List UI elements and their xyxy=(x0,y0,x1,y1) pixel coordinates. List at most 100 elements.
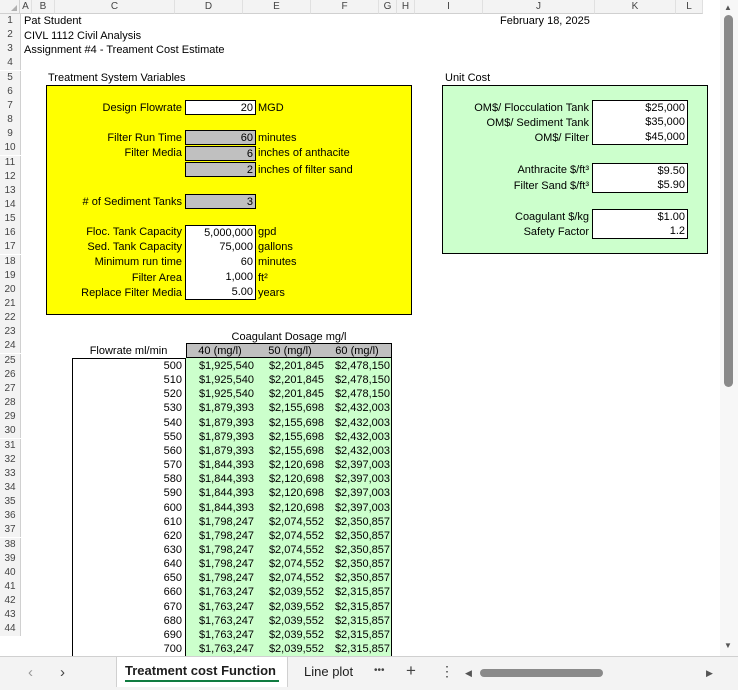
column-header-f[interactable]: F xyxy=(311,0,379,14)
cost-cell[interactable]: $1,879,393 xyxy=(186,401,254,415)
row-header[interactable]: 24 xyxy=(0,339,21,354)
tab-scroll-left-icon[interactable]: ‹ xyxy=(28,664,33,681)
row-header[interactable]: 39 xyxy=(0,551,21,566)
cost-cell[interactable]: $1,763,247 xyxy=(186,585,254,599)
cost-cell[interactable]: $2,120,698 xyxy=(254,501,324,515)
row-header[interactable]: 15 xyxy=(0,212,21,227)
cost-cell[interactable]: $1,879,393 xyxy=(186,444,254,458)
cost-cell[interactable]: $1,844,393 xyxy=(186,458,254,472)
column-header-l[interactable]: L xyxy=(676,0,703,14)
cost-cell[interactable]: $2,120,698 xyxy=(254,458,324,472)
row-header[interactable]: 22 xyxy=(0,311,21,326)
cost-cell[interactable]: $1,925,540 xyxy=(186,359,254,373)
date-cell[interactable]: February 18, 2025 xyxy=(500,14,590,29)
row-header[interactable]: 38 xyxy=(0,537,21,552)
cost-cell[interactable]: $1,925,540 xyxy=(186,387,254,401)
column-header-c[interactable]: C xyxy=(55,0,175,14)
cost-cell[interactable]: $2,350,857 xyxy=(322,543,390,557)
flowrate-cell[interactable]: 610 xyxy=(72,515,182,529)
row-header[interactable]: 36 xyxy=(0,509,21,524)
cost-cell[interactable]: $2,350,857 xyxy=(322,529,390,543)
row-header[interactable]: 26 xyxy=(0,367,21,382)
tab-scroll-right-icon[interactable]: › xyxy=(60,664,65,681)
row-header[interactable]: 1 xyxy=(0,14,21,28)
column-header-h[interactable]: H xyxy=(397,0,415,14)
cost-cell[interactable]: $2,201,845 xyxy=(254,359,324,373)
row-header[interactable]: 17 xyxy=(0,240,21,255)
flowrate-cell[interactable]: 630 xyxy=(72,543,182,557)
cost-cell[interactable]: $2,155,698 xyxy=(254,430,324,444)
cost-cell[interactable]: $2,432,003 xyxy=(322,444,390,458)
row-header[interactable]: 14 xyxy=(0,197,21,212)
cost-cell[interactable]: $1,844,393 xyxy=(186,472,254,486)
cost-cell[interactable]: $2,039,552 xyxy=(254,628,324,642)
cost-cell[interactable]: $1,763,247 xyxy=(186,614,254,628)
cost-cell[interactable]: $2,397,003 xyxy=(322,458,390,472)
row-header[interactable]: 20 xyxy=(0,282,21,297)
flowrate-cell[interactable]: 510 xyxy=(72,373,182,387)
flowrate-cell[interactable]: 590 xyxy=(72,486,182,500)
cost-cell[interactable]: $1,844,393 xyxy=(186,486,254,500)
vertical-scrollbar[interactable]: ▲ ▼ xyxy=(720,0,738,656)
flowrate-cell[interactable]: 680 xyxy=(72,614,182,628)
column-header-g[interactable]: G xyxy=(379,0,397,14)
row-header[interactable]: 28 xyxy=(0,396,21,411)
select-all-corner[interactable] xyxy=(0,0,20,14)
cost-cell[interactable]: $2,155,698 xyxy=(254,401,324,415)
filter-area-input[interactable]: 1,000 xyxy=(185,270,256,285)
cost-cell[interactable]: $2,432,003 xyxy=(322,416,390,430)
flowrate-cell[interactable]: 620 xyxy=(72,529,182,543)
anthracite-cost-input[interactable]: $9.50 xyxy=(592,163,688,178)
row-header[interactable]: 41 xyxy=(0,580,21,594)
cost-cell[interactable]: $1,798,247 xyxy=(186,529,254,543)
row-header[interactable]: 13 xyxy=(0,183,21,198)
sed-capacity-input[interactable]: 75,000 xyxy=(185,240,256,255)
row-header[interactable]: 33 xyxy=(0,466,21,481)
cost-cell[interactable]: $2,120,698 xyxy=(254,472,324,486)
row-header[interactable]: 23 xyxy=(0,325,21,340)
flowrate-cell[interactable]: 550 xyxy=(72,430,182,444)
flowrate-cell[interactable]: 600 xyxy=(72,501,182,515)
row-header[interactable]: 29 xyxy=(0,410,21,425)
hscroll-left-icon[interactable]: ◀ xyxy=(465,668,472,679)
cost-cell[interactable]: $2,120,698 xyxy=(254,486,324,500)
cost-cell[interactable]: $1,879,393 xyxy=(186,416,254,430)
safety-factor-input[interactable]: 1.2 xyxy=(592,224,688,239)
cost-cell[interactable]: $2,315,857 xyxy=(322,614,390,628)
row-header[interactable]: 31 xyxy=(0,438,21,453)
row-header[interactable]: 18 xyxy=(0,254,21,269)
cost-cell[interactable]: $1,879,393 xyxy=(186,430,254,444)
row-header[interactable]: 21 xyxy=(0,297,21,311)
filter-cost-input[interactable]: $45,000 xyxy=(592,130,688,145)
row-header[interactable]: 4 xyxy=(0,56,21,71)
scroll-down-icon[interactable]: ▼ xyxy=(724,641,732,650)
row-header[interactable]: 34 xyxy=(0,480,21,495)
assignment-cell[interactable]: Assignment #4 - Treament Cost Estimate xyxy=(24,43,225,58)
filter-run-time-input[interactable]: 60 xyxy=(185,130,256,145)
cost-cell[interactable]: $1,798,247 xyxy=(186,515,254,529)
cost-cell[interactable]: $2,039,552 xyxy=(254,614,324,628)
cost-cell[interactable]: $1,763,247 xyxy=(186,628,254,642)
cost-cell[interactable]: $2,074,552 xyxy=(254,529,324,543)
more-tabs-icon[interactable]: ••• xyxy=(374,665,385,676)
cost-cell[interactable]: $2,350,857 xyxy=(322,557,390,571)
course-cell[interactable]: CIVL 1112 Civil Analysis xyxy=(24,29,141,44)
row-header[interactable]: 9 xyxy=(0,127,21,142)
filter-media-sand-input[interactable]: 2 xyxy=(185,162,256,177)
flowrate-cell[interactable]: 670 xyxy=(72,600,182,614)
row-header[interactable]: 44 xyxy=(0,622,21,637)
flowrate-cell[interactable]: 500 xyxy=(72,359,182,373)
cost-cell[interactable]: $2,074,552 xyxy=(254,571,324,585)
sed-cost-input[interactable]: $35,000 xyxy=(592,115,688,130)
column-header-i[interactable]: I xyxy=(415,0,483,14)
row-header[interactable]: 40 xyxy=(0,565,21,580)
cost-cell[interactable]: $2,397,003 xyxy=(322,472,390,486)
cost-cell[interactable]: $2,478,150 xyxy=(322,373,390,387)
cost-cell[interactable]: $1,763,247 xyxy=(186,642,254,656)
cost-cell[interactable]: $2,039,552 xyxy=(254,600,324,614)
column-header-e[interactable]: E xyxy=(243,0,311,14)
row-header[interactable]: 5 xyxy=(0,70,21,85)
cost-cell[interactable]: $2,074,552 xyxy=(254,557,324,571)
column-header-j[interactable]: J xyxy=(483,0,595,14)
replace-media-input[interactable]: 5.00 xyxy=(185,285,256,300)
